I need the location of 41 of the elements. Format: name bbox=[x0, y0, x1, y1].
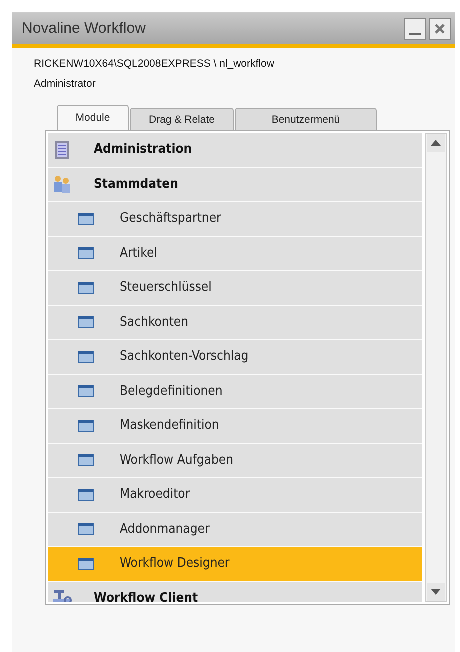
window-icon bbox=[78, 212, 94, 225]
window-icon bbox=[78, 247, 94, 260]
window-icon bbox=[78, 316, 94, 328]
connection-path: RICKENW10X64\SQL2008EXPRESS \ nl_workflow bbox=[34, 58, 276, 70]
scroll-up-icon[interactable] bbox=[427, 134, 445, 152]
tree-item[interactable]: Artikel bbox=[48, 236, 422, 270]
tree-item[interactable]: Workflow Aufgaben bbox=[48, 444, 422, 477]
wrench-icon bbox=[52, 588, 72, 602]
window-title: Novaline Workflow bbox=[22, 20, 147, 37]
tree-item[interactable]: Geschäftspartner bbox=[48, 202, 422, 236]
tab[interactable]: Drag & Relate bbox=[130, 108, 234, 130]
scrollbar[interactable] bbox=[425, 133, 447, 602]
window-icon bbox=[78, 350, 94, 363]
minimize-button[interactable] bbox=[404, 18, 426, 40]
tree-item[interactable]: Addonmanager bbox=[48, 512, 422, 546]
scroll-down-icon[interactable] bbox=[427, 583, 445, 601]
tree-group[interactable]: Workflow Client bbox=[48, 582, 422, 602]
window-icon bbox=[78, 454, 94, 466]
tree-item[interactable]: Maskendefinition bbox=[48, 409, 422, 442]
tree-group[interactable]: Stammdaten bbox=[48, 168, 422, 201]
window-icon bbox=[78, 420, 94, 432]
window-icon bbox=[78, 282, 94, 294]
document-icon bbox=[52, 140, 72, 160]
minimize-icon bbox=[409, 32, 421, 34]
window-icon bbox=[78, 488, 94, 501]
tab[interactable]: Benutzermenü bbox=[235, 108, 377, 130]
close-button[interactable] bbox=[429, 18, 451, 40]
tree-item[interactable]: Workflow Designer bbox=[48, 547, 422, 580]
tree-group[interactable]: Administration bbox=[48, 133, 422, 166]
tree-item[interactable]: Sachkonten bbox=[48, 306, 422, 339]
tree-item[interactable]: Steuerschlüssel bbox=[48, 271, 422, 304]
user-name: Administrator bbox=[34, 78, 97, 90]
tab[interactable]: Module bbox=[57, 105, 129, 130]
window-icon bbox=[78, 385, 94, 398]
people-icon bbox=[52, 174, 72, 194]
tree-item[interactable]: Sachkonten-Vorschlag bbox=[48, 340, 422, 374]
tree-item[interactable]: Belegdefinitionen bbox=[48, 374, 422, 408]
window-icon bbox=[78, 558, 94, 570]
window-icon bbox=[78, 523, 94, 536]
close-icon bbox=[433, 22, 447, 36]
tree-item[interactable]: Makroeditor bbox=[48, 478, 422, 512]
